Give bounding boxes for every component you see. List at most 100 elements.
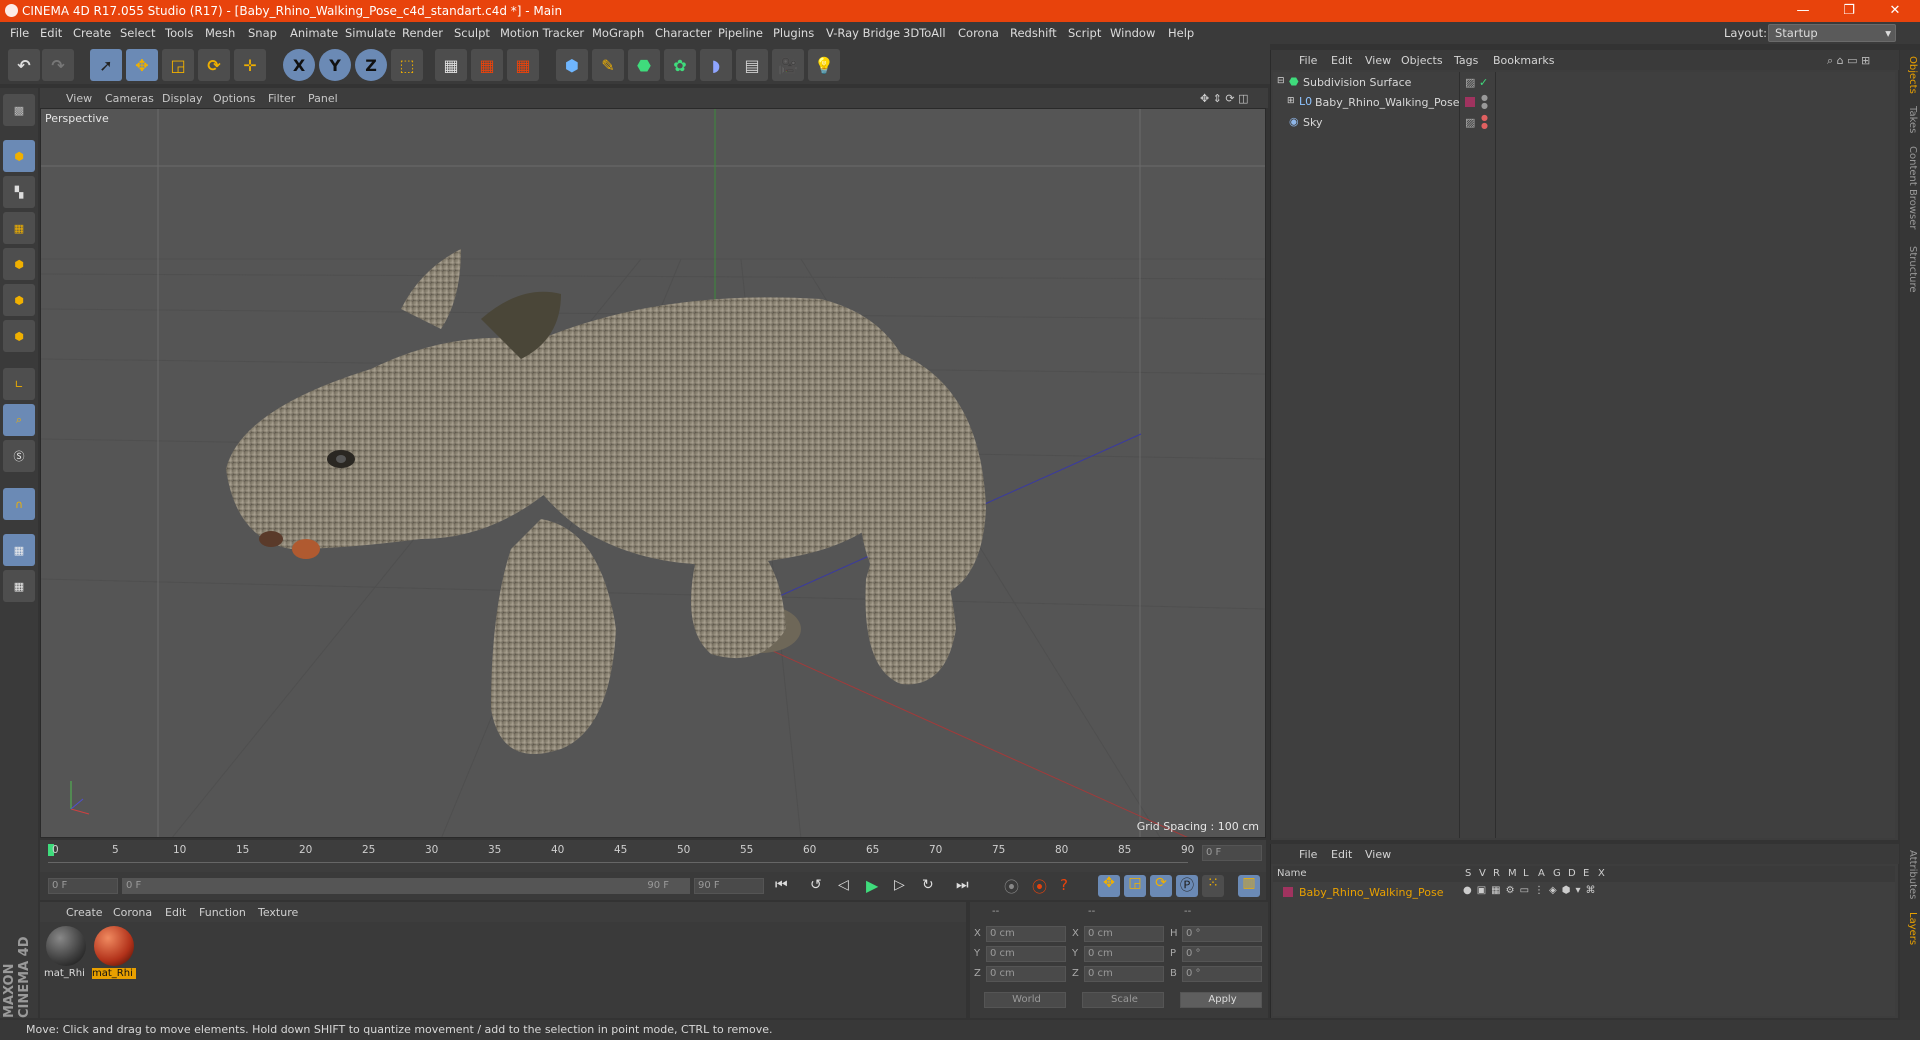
start-frame-field[interactable]: 0 F [48,878,118,894]
workplane-icon[interactable]: ▦ [3,212,35,244]
workplane-lock-icon[interactable]: ▦ [3,534,35,566]
render-picture-viewer-icon[interactable]: ▦ [471,49,503,81]
step-forward-icon[interactable]: ▷ [894,877,905,893]
keyframe-selection-icon[interactable]: ? [1060,876,1068,894]
tab-structure[interactable]: Structure [1902,246,1918,293]
live-selection-icon[interactable]: ➚ [90,49,122,81]
tweak-mode-icon[interactable]: ⌕ [3,404,35,436]
rotation-b-field[interactable]: 0 ° [1182,966,1262,982]
column-header[interactable]: E [1583,868,1589,879]
object-menu-tags[interactable]: Tags [1454,54,1478,67]
rotation-h-field[interactable]: 0 ° [1182,926,1262,942]
viewport-menu-display[interactable]: Display [162,92,203,105]
layer-menu-view[interactable]: View [1365,848,1391,861]
light-icon[interactable]: 💡 [808,49,840,81]
maximize-button[interactable]: ❐ [1826,0,1872,22]
menu-mograph[interactable]: MoGraph [592,26,644,40]
minimize-button[interactable]: — [1780,0,1826,22]
menu-select[interactable]: Select [120,26,155,40]
menu-snap[interactable]: Snap [248,26,277,40]
menu-redshift[interactable]: Redshift [1010,26,1057,40]
frame-range-slider[interactable]: 0 F 90 F [122,878,690,894]
array-mograph-icon[interactable]: ✿ [664,49,696,81]
texture-mode-icon[interactable]: ▚ [3,176,35,208]
column-header[interactable]: A [1538,868,1545,879]
model-mode-icon[interactable]: ⬢ [3,140,35,172]
record-point-level-icon[interactable]: ⁙ [1202,875,1224,897]
menu-window[interactable]: Window [1110,26,1155,40]
step-back-icon[interactable]: ◁ [838,877,849,893]
go-to-end-icon[interactable]: ⏭ [956,877,969,893]
layer-toggles-icon[interactable]: ●▣▦⚙▭⋮◈⬢▾⌘ [1463,885,1600,896]
menu-help[interactable]: Help [1168,26,1194,40]
menu-sculpt[interactable]: Sculpt [454,26,490,40]
viewport-menu-panel[interactable]: Panel [308,92,338,105]
column-header[interactable]: X [1598,868,1605,879]
material-swatch[interactable]: mat_Rhi [44,926,88,984]
layer-row[interactable]: Baby_Rhino_Walking_Pose ●▣▦⚙▭⋮◈⬢▾⌘ [1273,884,1895,902]
undo-icon[interactable]: ↶ [8,49,40,81]
layer-menu-file[interactable]: File [1299,848,1317,861]
search-icon[interactable]: ⌕ ⌂ ▭ ⊞ [1827,54,1870,68]
tab-layers[interactable]: Layers [1902,912,1918,945]
z-axis-lock-button[interactable]: Z [355,49,387,81]
camera-icon[interactable]: 🎥 [772,49,804,81]
quantize-icon[interactable]: ▦ [3,570,35,602]
tab-attributes[interactable]: Attributes [1902,850,1918,899]
previous-keyframe-icon[interactable]: ↺ [810,877,822,893]
polygons-mode-icon[interactable]: ⬢ [3,320,35,352]
menu-motion-tracker[interactable]: Motion Tracker [500,26,584,40]
tab-content-browser[interactable]: Content Browser [1902,146,1918,229]
object-row-subdivision-surface[interactable]: ⊟ ⬣ Subdivision Surface ▨ ✓ [1273,74,1895,92]
coordinate-system-icon[interactable]: ⬚ [391,49,423,81]
record-parameter-icon[interactable]: Ⓟ [1176,875,1198,897]
render-view-icon[interactable]: ▦ [435,49,467,81]
play-icon[interactable]: ▶ [866,876,878,895]
rotate-tool-icon[interactable]: ⟳ [198,49,230,81]
go-to-start-icon[interactable]: ⏮ [775,877,788,893]
y-axis-lock-button[interactable]: Y [319,49,351,81]
visibility-dots-icon[interactable]: ● ● [1481,94,1488,110]
layer-menu-edit[interactable]: Edit [1331,848,1352,861]
object-row-baby-rhino[interactable]: ⊞ L0 Baby_Rhino_Walking_Pose ● ● [1273,94,1895,112]
position-x-field[interactable]: 0 cm [986,926,1066,942]
autokey-icon[interactable]: ⦿ [1032,876,1047,897]
object-menu-file[interactable]: File [1299,54,1317,67]
menu-edit[interactable]: Edit [40,26,62,40]
layout-select[interactable]: Startup ▾ [1768,24,1896,42]
viewport-menu-options[interactable]: Options [213,92,255,105]
current-frame-field[interactable]: 0 F [1202,845,1262,861]
position-y-field[interactable]: 0 cm [986,946,1066,962]
object-menu-view[interactable]: View [1365,54,1391,67]
column-header[interactable]: M [1508,868,1517,879]
column-header[interactable]: S [1465,868,1471,879]
tab-takes[interactable]: Takes [1902,106,1918,133]
x-axis-lock-button[interactable]: X [283,49,315,81]
pen-spline-icon[interactable]: ✎ [592,49,624,81]
column-header[interactable]: L [1523,868,1529,879]
record-rotation-icon[interactable]: ⟳ [1150,875,1172,897]
menu-corona[interactable]: Corona [958,26,999,40]
viewport-menu-cameras[interactable]: Cameras [105,92,154,105]
viewport-menu-filter[interactable]: Filter [268,92,295,105]
menu-render[interactable]: Render [402,26,443,40]
baby-rhino-model[interactable] [226,249,986,754]
menu-vray-bridge[interactable]: V-Ray Bridge [826,26,900,40]
visibility-dots-icon[interactable]: ● ● [1481,114,1488,130]
close-button[interactable]: ✕ [1872,0,1918,22]
expand-icon[interactable]: ⊞ [1287,96,1295,106]
axis-mode-icon[interactable]: ∟ [3,368,35,400]
collapse-icon[interactable]: ⊟ [1277,76,1285,86]
floor-icon[interactable]: ▤ [736,49,768,81]
record-keyframes-icon[interactable]: ⦿ [1004,876,1019,897]
end-frame-field[interactable]: 90 F [694,878,764,894]
menu-create[interactable]: Create [73,26,111,40]
menu-simulate[interactable]: Simulate [345,26,396,40]
size-x-field[interactable]: 0 cm [1084,926,1164,942]
record-position-icon[interactable]: ✥ [1098,875,1120,897]
deformer-bend-icon[interactable]: ◗ [700,49,732,81]
menu-character[interactable]: Character [655,26,712,40]
3d-viewport[interactable]: Perspective Grid Spacing : 100 cm [40,108,1266,838]
column-header[interactable]: G [1553,868,1561,879]
material-swatch-selected[interactable]: mat_Rhi [92,926,136,984]
